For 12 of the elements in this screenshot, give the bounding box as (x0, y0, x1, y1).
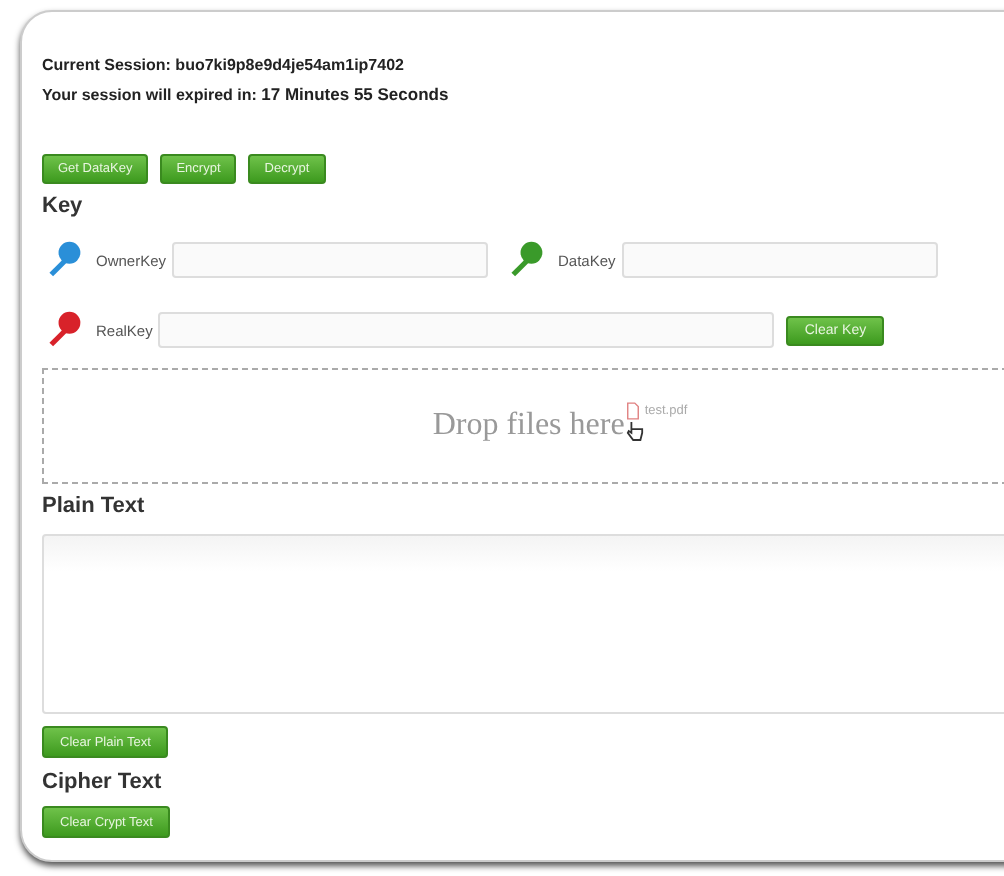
drop-hint: Drop files here (432, 408, 625, 444)
key-input[interactable] (158, 312, 775, 348)
expiry-text: Your session will expired in: 17 Minutes 55 Seconds (42, 82, 451, 108)
section-heading: Plain Text (42, 494, 147, 518)
hand-cursor-icon (626, 420, 645, 442)
key-input[interactable] (172, 242, 489, 278)
file-icon (626, 402, 641, 420)
key-input[interactable] (621, 242, 938, 278)
section-heading: Cipher Text (42, 770, 164, 794)
session-text: Current Session: buo7ki9p8e9d4je54am1ip7402 (42, 54, 406, 78)
section-heading: Key (42, 194, 85, 218)
plain-text-area[interactable] (42, 534, 1004, 714)
